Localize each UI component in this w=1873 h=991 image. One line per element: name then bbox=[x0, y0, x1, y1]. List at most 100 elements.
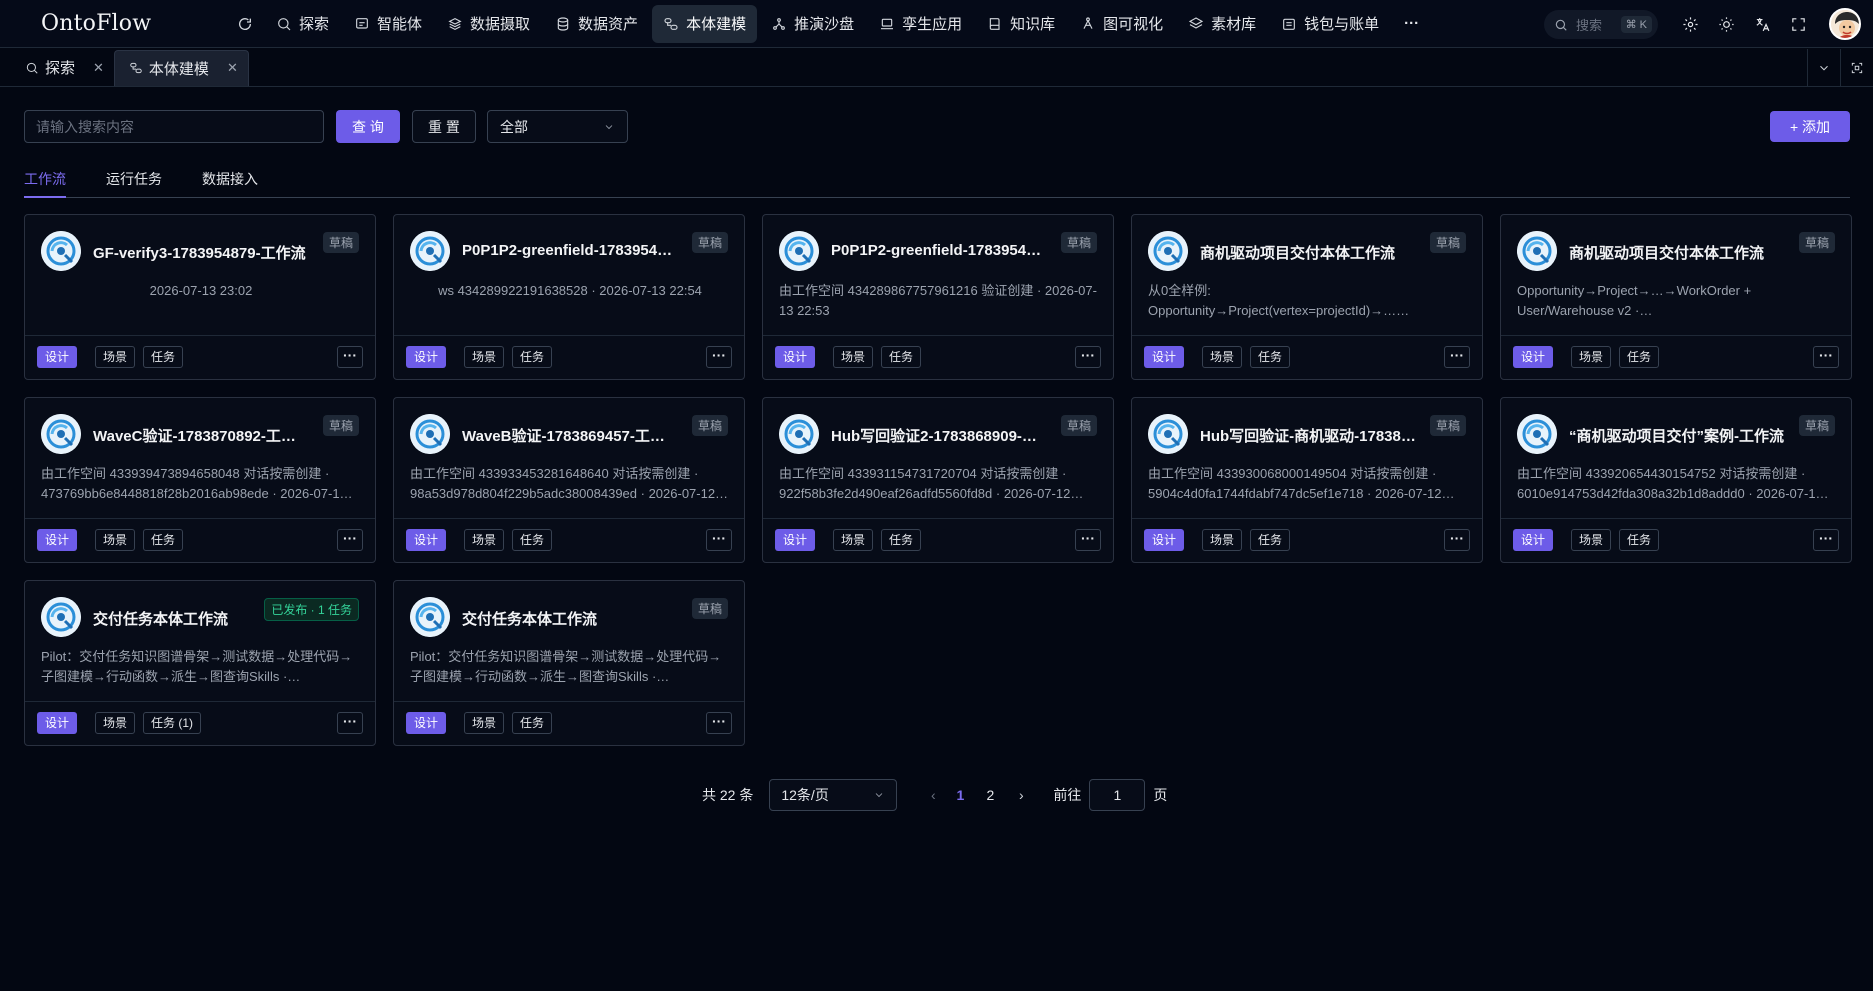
tab-ontology[interactable]: 本体建模 ✕ bbox=[113, 49, 249, 86]
scene-button[interactable]: 场景 bbox=[1202, 529, 1243, 551]
task-button[interactable]: 任务 bbox=[512, 712, 553, 734]
design-button[interactable]: 设计 bbox=[37, 529, 78, 551]
nav-item-materials[interactable]: 素材库 bbox=[1177, 5, 1267, 43]
more-button[interactable]: ··· bbox=[706, 529, 732, 551]
goto-page-input[interactable] bbox=[1089, 779, 1146, 811]
task-button[interactable]: 任务 (1) bbox=[143, 712, 202, 734]
page-size-select[interactable]: 12条/页 bbox=[769, 779, 898, 811]
design-button[interactable]: 设计 bbox=[37, 712, 78, 734]
tab-data-access[interactable]: 数据接入 bbox=[202, 168, 258, 198]
workflow-title[interactable]: 商机驱动项目交付本体工作流 bbox=[1569, 242, 1791, 263]
workflow-card[interactable]: 商机驱动项目交付本体工作流 草稿 Opportunity→Project→…→W… bbox=[1500, 214, 1852, 380]
design-button[interactable]: 设计 bbox=[775, 346, 816, 368]
workflow-card[interactable]: “商机驱动项目交付”案例-工作流 草稿 由工作空间 43392065443015… bbox=[1500, 397, 1852, 563]
add-button[interactable]: + 添加 bbox=[1770, 111, 1850, 142]
tab-workflow[interactable]: 工作流 bbox=[24, 168, 66, 198]
design-button[interactable]: 设计 bbox=[1513, 346, 1554, 368]
design-button[interactable]: 设计 bbox=[1144, 346, 1185, 368]
task-button[interactable]: 任务 bbox=[881, 346, 922, 368]
scene-button[interactable]: 场景 bbox=[464, 529, 505, 551]
workflow-title[interactable]: 商机驱动项目交付本体工作流 bbox=[1200, 242, 1422, 263]
next-page-button[interactable]: › bbox=[1013, 787, 1029, 803]
task-button[interactable]: 任务 bbox=[143, 346, 184, 368]
scene-button[interactable]: 场景 bbox=[95, 346, 136, 368]
close-icon[interactable]: ✕ bbox=[93, 60, 104, 76]
nav-item-ontology[interactable]: 本体建模 bbox=[652, 4, 758, 43]
more-button[interactable]: ··· bbox=[706, 712, 732, 734]
more-button[interactable]: ··· bbox=[1075, 529, 1101, 551]
task-button[interactable]: 任务 bbox=[512, 529, 553, 551]
theme-sun-icon[interactable] bbox=[1715, 13, 1737, 35]
task-button[interactable]: 任务 bbox=[512, 346, 553, 368]
task-button[interactable]: 任务 bbox=[1250, 346, 1291, 368]
reset-button[interactable]: 重 置 bbox=[412, 110, 476, 143]
workflow-title[interactable]: “商机驱动项目交付”案例-工作流 bbox=[1569, 425, 1791, 446]
avatar[interactable] bbox=[1829, 8, 1861, 40]
nav-item-knowledge[interactable]: 知识库 bbox=[976, 5, 1066, 43]
nav-item-twin[interactable]: 孪生应用 bbox=[868, 5, 973, 43]
workflow-card[interactable]: 商机驱动项目交付本体工作流 草稿 从0全样例: Opportunity→Proj… bbox=[1131, 214, 1483, 380]
nav-item-ingest[interactable]: 数据摄取 bbox=[436, 5, 541, 43]
scene-button[interactable]: 场景 bbox=[1571, 529, 1612, 551]
task-button[interactable]: 任务 bbox=[1250, 529, 1291, 551]
app-logo[interactable]: OntoFlow bbox=[41, 11, 221, 36]
global-search[interactable]: 搜索 ⌘ K bbox=[1544, 10, 1658, 39]
scene-button[interactable]: 场景 bbox=[833, 529, 874, 551]
scene-button[interactable]: 场景 bbox=[464, 346, 505, 368]
nav-item-graph[interactable]: 图可视化 bbox=[1069, 5, 1174, 43]
design-button[interactable]: 设计 bbox=[1144, 529, 1185, 551]
nav-item-agent[interactable]: 智能体 bbox=[343, 5, 433, 43]
nav-item-wallet[interactable]: 钱包与账单 bbox=[1270, 5, 1390, 43]
workflow-card[interactable]: P0P1P2-greenfield-1783954… 草稿 ws 4342899… bbox=[393, 214, 745, 380]
scene-button[interactable]: 场景 bbox=[464, 712, 505, 734]
task-button[interactable]: 任务 bbox=[143, 529, 184, 551]
workflow-card[interactable]: Hub写回验证2-1783868909-… 草稿 由工作空间 433931154… bbox=[762, 397, 1114, 563]
workflow-card[interactable]: 交付任务本体工作流 草稿 Pilot：交付任务知识图谱骨架→测试数据→处理代码→… bbox=[393, 580, 745, 746]
design-button[interactable]: 设计 bbox=[406, 529, 447, 551]
prev-page-button[interactable]: ‹ bbox=[925, 787, 941, 803]
page-1-button[interactable]: 1 bbox=[949, 787, 971, 803]
workflow-card[interactable]: P0P1P2-greenfield-1783954… 草稿 由工作空间 4342… bbox=[762, 214, 1114, 380]
close-icon[interactable]: ✕ bbox=[227, 60, 238, 76]
scene-button[interactable]: 场景 bbox=[95, 529, 136, 551]
workflow-title[interactable]: P0P1P2-greenfield-1783954… bbox=[462, 242, 684, 259]
page-2-button[interactable]: 2 bbox=[979, 787, 1001, 803]
screenshot-icon[interactable] bbox=[1840, 49, 1873, 87]
fullscreen-icon[interactable] bbox=[1787, 13, 1809, 35]
query-button[interactable]: 查 询 bbox=[336, 110, 400, 143]
nav-item-explore[interactable]: 探索 bbox=[265, 5, 340, 43]
workflow-title[interactable]: GF-verify3-1783954879-工作流 bbox=[93, 242, 315, 263]
design-button[interactable]: 设计 bbox=[37, 346, 78, 368]
workflow-card[interactable]: Hub写回验证-商机驱动-17838… 草稿 由工作空间 43393006800… bbox=[1131, 397, 1483, 563]
workflow-card[interactable]: GF-verify3-1783954879-工作流 草稿 2026-07-13 … bbox=[24, 214, 376, 380]
workflow-card[interactable]: WaveB验证-1783869457-工… 草稿 由工作空间 433933453… bbox=[393, 397, 745, 563]
more-button[interactable]: ··· bbox=[337, 529, 363, 551]
search-input[interactable] bbox=[24, 110, 324, 143]
design-button[interactable]: 设计 bbox=[775, 529, 816, 551]
tab-explore[interactable]: 探索 ✕ bbox=[0, 50, 114, 86]
scene-button[interactable]: 场景 bbox=[1571, 346, 1612, 368]
nav-item-assets[interactable]: 数据资产 bbox=[544, 5, 649, 43]
status-select[interactable]: 全部 bbox=[487, 110, 628, 143]
task-button[interactable]: 任务 bbox=[1619, 346, 1660, 368]
design-button[interactable]: 设计 bbox=[1513, 529, 1554, 551]
workflow-title[interactable]: P0P1P2-greenfield-1783954… bbox=[831, 242, 1053, 259]
more-button[interactable]: ··· bbox=[1075, 346, 1101, 368]
workflow-title[interactable]: 交付任务本体工作流 bbox=[462, 608, 684, 629]
more-button[interactable]: ··· bbox=[1444, 529, 1470, 551]
workflow-title[interactable]: Hub写回验证2-1783868909-… bbox=[831, 425, 1053, 446]
task-button[interactable]: 任务 bbox=[881, 529, 922, 551]
more-nav-button[interactable]: ··· bbox=[1393, 5, 1430, 43]
settings-icon[interactable] bbox=[1679, 13, 1701, 35]
more-button[interactable]: ··· bbox=[1813, 529, 1839, 551]
design-button[interactable]: 设计 bbox=[406, 712, 447, 734]
scene-button[interactable]: 场景 bbox=[1202, 346, 1243, 368]
more-button[interactable]: ··· bbox=[1813, 346, 1839, 368]
nav-item-sandbox[interactable]: 推演沙盘 bbox=[760, 5, 865, 43]
language-icon[interactable] bbox=[1751, 13, 1773, 35]
scene-button[interactable]: 场景 bbox=[95, 712, 136, 734]
more-button[interactable]: ··· bbox=[337, 346, 363, 368]
task-button[interactable]: 任务 bbox=[1619, 529, 1660, 551]
workflow-title[interactable]: WaveC验证-1783870892-工… bbox=[93, 425, 315, 446]
workflow-title[interactable]: WaveB验证-1783869457-工… bbox=[462, 425, 684, 446]
